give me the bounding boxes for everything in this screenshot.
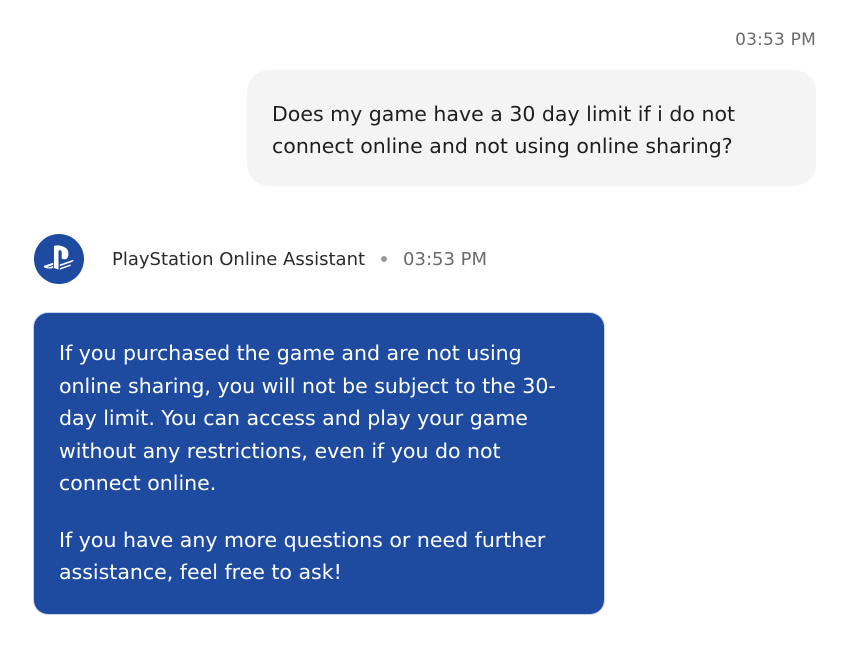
assistant-paragraph: If you have any more questions or need f… bbox=[59, 527, 546, 585]
chat-transcript: 03:53 PM Does my game have a 30 day limi… bbox=[0, 0, 850, 668]
user-message-timestamp: 03:53 PM bbox=[735, 30, 816, 50]
separator-dot bbox=[381, 256, 388, 262]
assistant-message-timestamp: 03:53 PM bbox=[403, 248, 488, 270]
playstation-logo-icon bbox=[34, 234, 84, 284]
assistant-name: PlayStation Online Assistant bbox=[112, 248, 366, 270]
assistant-header: PlayStation Online Assistant 03:53 PM bbox=[34, 233, 487, 285]
user-message-bubble: Does my game have a 30 day limit if i do… bbox=[247, 70, 816, 186]
assistant-message-bubble: If you purchased the game and are not us… bbox=[34, 313, 604, 614]
user-message-text: Does my game have a 30 day limit if i do… bbox=[272, 102, 736, 158]
assistant-paragraph: If you purchased the game and are not us… bbox=[59, 341, 556, 495]
